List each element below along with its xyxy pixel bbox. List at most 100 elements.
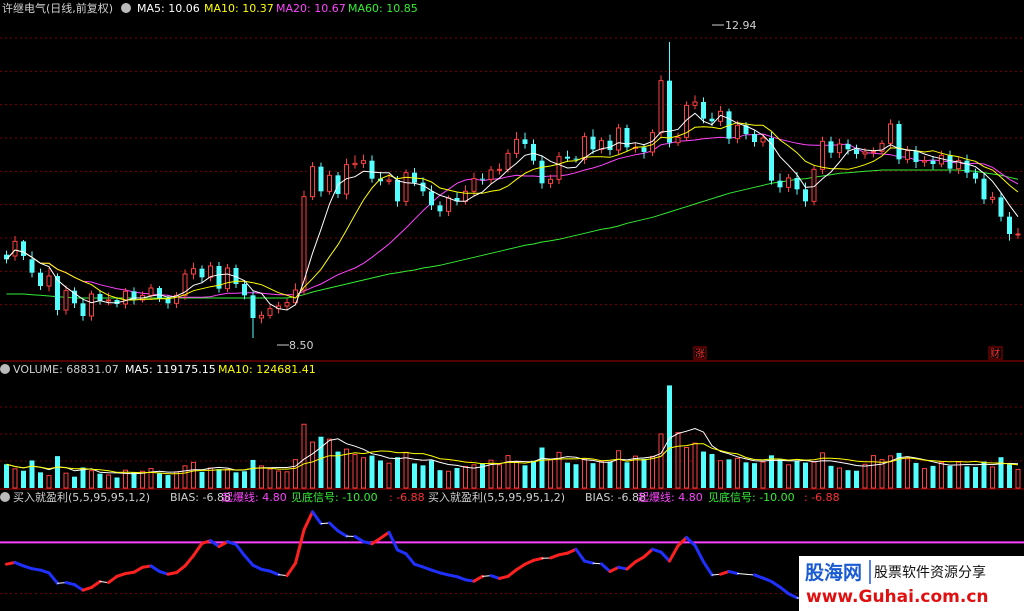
candle-20 [174,292,179,308]
watermark-slogan: 股票软件资源分享 [874,564,986,581]
candle-23 [199,265,205,284]
volume-bar-10 [89,470,94,489]
candle-97 [828,136,834,158]
candle-105 [896,120,902,164]
candle-77 [658,75,664,137]
bias-segment-93 [787,592,799,600]
volume-bar-36 [310,441,315,489]
indicator-settings-icon[interactable] [0,492,10,502]
indicator-qibao: 起爆线: 4.80 [222,490,287,504]
bias-segment-37 [311,510,323,526]
bias-segment-45 [379,530,391,540]
event-marker-2[interactable]: 财 [988,346,1003,360]
bias-segment-29 [243,554,255,567]
volume-bar-117 [998,457,1004,488]
ma10-line [6,122,1019,301]
bias-segment-87 [737,573,747,575]
ma5-polyline [6,112,1019,311]
bias-segment-40 [336,529,348,538]
volume-bar-24 [208,467,213,489]
volume-bar-6 [55,456,60,488]
volume-bar-3 [29,460,35,488]
candle-118 [1007,212,1012,241]
indicator-bias-2: BIAS: -6.88 [585,491,646,504]
volume-bar-101 [862,463,868,489]
volume-bar-59 [505,455,511,489]
candle-63 [539,155,545,189]
candlesticks [4,42,1021,338]
candle-47 [403,169,409,206]
volume-bar-86 [735,457,740,489]
bias-segment-79 [668,544,680,563]
candle-38 [327,170,332,195]
candle-104 [888,119,893,148]
candle-25 [216,262,222,293]
candle-112 [956,156,961,174]
ma60-line [6,169,1019,299]
candle-22 [191,262,196,280]
ma5-legend: MA5: 10.06 [137,2,200,15]
bias-segment-91 [770,580,782,589]
volume-bar-49 [420,465,426,488]
candle-10 [89,290,94,321]
volume-bar-19 [165,475,171,488]
bias-segment-23 [192,541,204,558]
volume-bar-12 [106,474,111,489]
bias-segment-86 [727,569,739,576]
volume-bar-95 [811,461,817,489]
volume-bar-8 [72,476,77,488]
bias-segment-63 [532,556,544,562]
bias-segment-13 [107,574,119,585]
event-marker-1[interactable]: 涨 [693,346,707,360]
volume-bar-13 [114,477,120,488]
ma60-polyline [6,169,1019,299]
volume-bar-58 [497,464,502,489]
ma60-legend: MA60: 10.85 [348,2,418,15]
volume-bar-7 [63,472,69,489]
bias-segment-28 [234,542,246,558]
candle-60 [514,132,519,158]
volume-bar-66 [565,462,570,488]
bias-segment-39 [328,521,340,533]
volume-bar-114 [973,466,978,488]
low-marker: 8.50 [277,339,314,352]
candle-79 [675,132,681,146]
bias-segment-82 [693,543,705,564]
volume-bar-73 [624,462,630,488]
candle-2 [21,240,26,260]
bias-segment-35 [294,528,306,565]
volume-bar-21 [182,465,188,489]
ma20-polyline [6,133,1019,298]
volume-settings-icon[interactable] [0,364,10,374]
candle-26 [225,264,230,292]
volume-bar-111 [947,465,953,488]
candle-11 [97,290,103,305]
volume-bar-11 [97,473,103,488]
volume-bar-18 [157,473,162,488]
volume-bar-82 [701,451,706,488]
volume-bar-34 [293,459,298,489]
candle-113 [964,154,970,178]
volume-bar-93 [794,461,800,488]
indicator-name: 买入就盈利(5,5,95,95,1,2) [13,490,150,504]
volume-bar-28 [242,471,247,488]
volume-bar-67 [573,464,579,488]
volume-bar-26 [225,468,230,489]
indicator-jiandi: 见底信号: -10.00 [291,490,378,504]
candle-7 [63,285,69,315]
main-title: 许继电气(日线,前复权) [2,1,113,15]
candle-30 [259,311,264,324]
candle-57 [488,166,494,184]
high-label: 12.94 [725,19,757,32]
ma10-legend: MA10: 10.37 [204,2,274,15]
watermark: 股海网 股票软件资源分享 www.Guhai.com.cn [799,556,1024,611]
volume-bar-115 [981,461,987,488]
volume-bar-72 [616,450,621,489]
volume-bar-1 [12,468,18,489]
candle-33 [284,298,290,310]
volume-bar-107 [913,462,919,488]
candle-107 [913,146,919,168]
settings-icon[interactable] [121,3,131,13]
volume-bar-27 [233,472,239,488]
candle-53 [454,192,460,206]
